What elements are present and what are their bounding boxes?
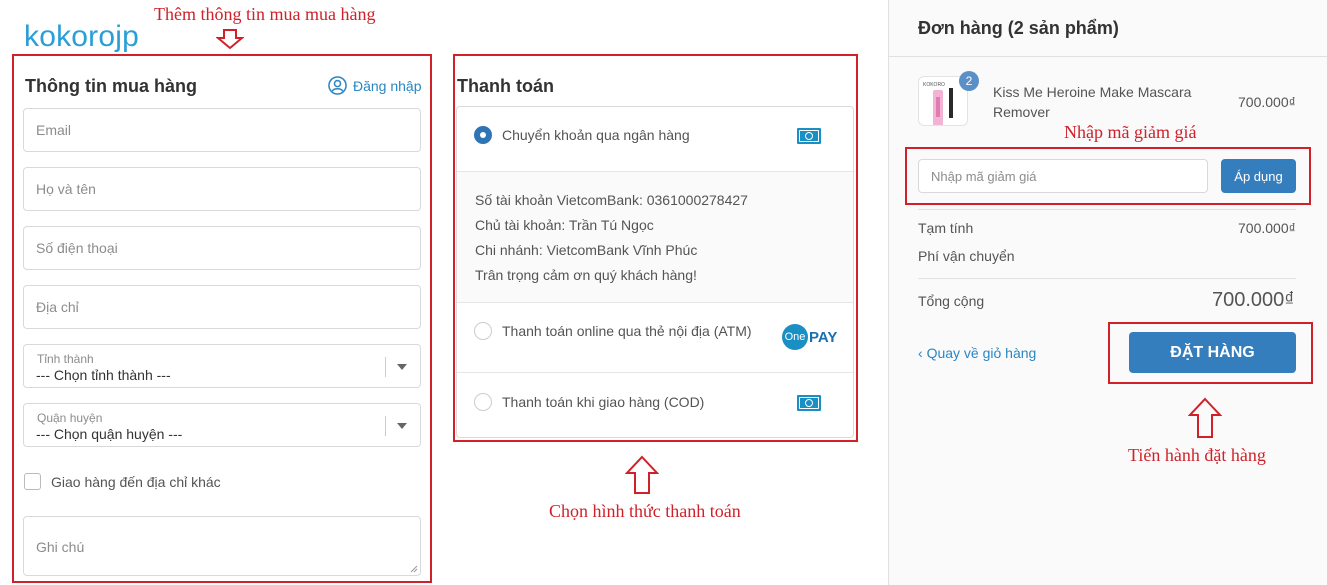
province-separator (385, 357, 386, 377)
chevron-down-icon[interactable] (397, 423, 407, 429)
name-input[interactable] (24, 168, 420, 210)
address-field[interactable] (23, 285, 421, 329)
subtotal-label: Tạm tính (918, 220, 974, 236)
product-name: Kiss Me Heroine Make Mascara Remover (993, 84, 1192, 120)
back-to-cart-link[interactable]: ‹ Quay về giỏ hàng (918, 345, 1036, 361)
payment-title: Thanh toán (457, 76, 554, 96)
other-address-option[interactable]: Giao hàng đến địa chỉ khác (24, 473, 221, 490)
bank-transfer-info: Số tài khoản VietcomBank: 0361000278427 … (457, 171, 853, 303)
annotation-arrow-up-icon (1188, 397, 1222, 438)
login-label: Đăng nhập (353, 77, 422, 94)
user-icon (328, 76, 347, 95)
coupon-divider (918, 209, 1296, 210)
thumb-brand-text: KOKORO (923, 82, 945, 88)
onepay-pay: PAY (809, 328, 838, 346)
apply-coupon-button[interactable]: Áp dụng (1221, 159, 1296, 193)
coupon-input[interactable] (919, 160, 1207, 192)
onepay-logo: One PAY (782, 324, 837, 350)
district-select[interactable]: Quận huyện --- Chọn quận huyện --- (23, 403, 421, 447)
province-label: Tỉnh thành (37, 352, 94, 366)
district-value: --- Chọn quận huyện --- (36, 426, 183, 442)
address-input[interactable] (24, 286, 420, 328)
district-label: Quận huyện (37, 411, 103, 425)
annotation-arrow-up-icon (625, 455, 659, 494)
annotation-coupon: Nhập mã giảm giá (1064, 122, 1197, 142)
bank-branch: Chi nhánh: VietcomBank Vĩnh Phúc (475, 242, 698, 258)
radio-cod[interactable] (474, 393, 492, 411)
annotation-choose-payment: Chọn hình thức thanh toán (549, 501, 741, 521)
radio-atm[interactable] (474, 322, 492, 340)
subtotal-value: 700.000₫ (1238, 220, 1296, 236)
coupon-field[interactable] (918, 159, 1208, 193)
back-to-cart-label: Quay về giỏ hàng (926, 345, 1037, 361)
resize-handle-icon[interactable] (410, 565, 418, 573)
bank-thanks: Trân trọng cảm ơn quý khách hàng! (475, 267, 697, 283)
payment-option-label: Thanh toán khi giao hàng (COD) (502, 394, 705, 410)
phone-input[interactable] (24, 227, 420, 269)
quantity-badge: 2 (959, 71, 979, 91)
district-separator (385, 416, 386, 436)
bank-account-number: Số tài khoản VietcomBank: 0361000278427 (475, 192, 748, 208)
other-address-label: Giao hàng đến địa chỉ khác (51, 473, 221, 490)
province-value: --- Chọn tỉnh thành --- (36, 367, 171, 383)
email-field[interactable] (23, 108, 421, 152)
total-value: 700.000₫ (1212, 289, 1295, 311)
annotation-add-info: Thêm thông tin mua mua hàng (154, 4, 376, 24)
onepay-one: One (782, 324, 808, 350)
totals-divider (918, 278, 1296, 279)
place-order-button[interactable]: ĐẶT HÀNG (1129, 332, 1296, 373)
other-address-checkbox[interactable] (24, 473, 41, 490)
note-textarea[interactable] (24, 517, 420, 575)
buyer-info-title: Thông tin mua hàng (25, 76, 197, 96)
phone-field[interactable] (23, 226, 421, 270)
shipping-label: Phí vận chuyển (918, 248, 1015, 264)
cash-icon (797, 128, 821, 144)
province-select[interactable]: Tỉnh thành --- Chọn tỉnh thành --- (23, 344, 421, 388)
annotation-place-order: Tiến hành đặt hàng (1128, 445, 1266, 465)
order-title-divider (889, 56, 1327, 57)
order-title: Đơn hàng (2 sản phẩm) (918, 18, 1119, 38)
payment-option-cod[interactable]: Thanh toán khi giao hàng (COD) (457, 374, 853, 437)
product-price: 700.000₫ (1238, 94, 1296, 110)
note-field[interactable] (23, 516, 421, 576)
login-link[interactable]: Đăng nhập (328, 76, 422, 95)
total-label: Tổng cộng (918, 293, 985, 309)
payment-option-label: Thanh toán online qua thẻ nội địa (ATM) (502, 323, 752, 339)
cash-icon (797, 395, 821, 411)
payment-option-bank-transfer[interactable]: Chuyển khoản qua ngân hàng (457, 107, 853, 171)
chevron-left-icon: ‹ (918, 345, 927, 361)
annotation-arrow-down-icon (216, 29, 244, 50)
email-input[interactable] (24, 109, 420, 151)
radio-bank-transfer[interactable] (474, 126, 492, 144)
bank-account-holder: Chủ tài khoản: Trần Tú Ngọc (475, 217, 654, 233)
payment-option-atm[interactable]: Thanh toán online qua thẻ nội địa (ATM) … (457, 303, 853, 373)
store-logo[interactable]: kokorojp (24, 20, 139, 54)
payment-option-label: Chuyển khoản qua ngân hàng (502, 127, 690, 143)
chevron-down-icon[interactable] (397, 364, 407, 370)
payment-methods: Chuyển khoản qua ngân hàng Số tài khoản … (456, 106, 854, 438)
name-field[interactable] (23, 167, 421, 211)
